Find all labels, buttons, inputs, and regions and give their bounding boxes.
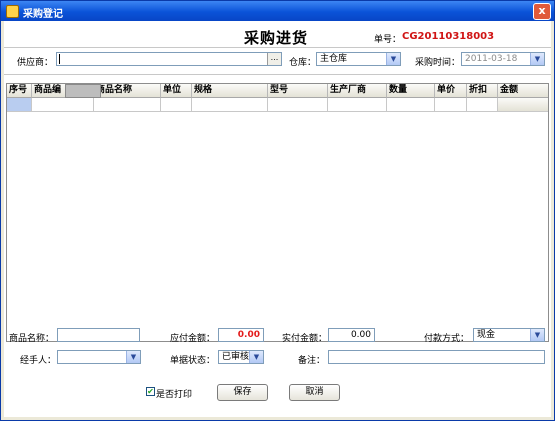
header-form-bar: 供应商： ... 仓库： 主仓库 ▼ 采购时间： 2011-03-18 ▼ xyxy=(4,47,551,75)
column-header[interactable]: 规格 xyxy=(192,84,268,98)
column-header[interactable]: 折扣 xyxy=(467,84,498,98)
column-header[interactable]: 序号 xyxy=(7,84,32,98)
payable-amount-label: 应付金额： xyxy=(170,334,216,344)
payable-amount-field[interactable]: 0.00 xyxy=(218,328,264,342)
table-cell[interactable] xyxy=(7,98,32,112)
warehouse-label: 仓库： xyxy=(289,58,317,68)
column-header[interactable]: 数量 xyxy=(387,84,435,98)
supplier-browse-button[interactable]: ... xyxy=(267,53,281,65)
window-title: 采购登记 xyxy=(23,9,63,20)
column-header[interactable]: 生产厂商 xyxy=(328,84,387,98)
payment-method-select[interactable]: 现金 ▼ xyxy=(473,328,545,342)
product-name-field[interactable] xyxy=(57,328,140,342)
handler-select[interactable]: ▼ xyxy=(57,350,141,364)
document-status-value: 已审核 xyxy=(222,352,250,362)
column-drag-ghost xyxy=(65,84,101,98)
product-grid[interactable]: 序号 商品编 商品名称 单位 规格 型号 生产厂商 数量 单价 折扣 金额 xyxy=(6,83,549,342)
column-header[interactable]: 商品名称 xyxy=(94,84,161,98)
order-number-label: 单号： xyxy=(374,35,402,45)
table-cell[interactable] xyxy=(435,98,467,112)
paid-amount-label: 实付金额： xyxy=(282,334,328,344)
handler-label: 经手人： xyxy=(20,356,57,366)
product-name-label: 商品名称： xyxy=(9,334,55,344)
form-body: 采购进货 单号： CG20110318003 供应商： ... 仓库： 主仓库 … xyxy=(4,21,551,417)
chevron-down-icon[interactable]: ▼ xyxy=(530,53,544,65)
table-cell[interactable] xyxy=(94,98,161,112)
close-button[interactable]: x xyxy=(533,3,551,20)
checkmark-icon: ✔ xyxy=(147,387,154,396)
document-status-select[interactable]: 已审核 ▼ xyxy=(218,350,264,364)
table-cell[interactable] xyxy=(387,98,435,112)
table-cell[interactable] xyxy=(498,98,548,112)
table-cell[interactable] xyxy=(192,98,268,112)
column-header[interactable]: 单价 xyxy=(435,84,467,98)
table-cell[interactable] xyxy=(268,98,328,112)
column-header[interactable]: 单位 xyxy=(161,84,192,98)
text-cursor xyxy=(59,54,60,64)
table-cell[interactable] xyxy=(32,98,94,112)
table-cell[interactable] xyxy=(328,98,387,112)
payment-method-value: 现金 xyxy=(477,330,496,340)
paid-amount-field[interactable]: 0.00 xyxy=(328,328,375,342)
print-checkbox[interactable]: ✔ xyxy=(146,387,155,396)
chevron-down-icon[interactable]: ▼ xyxy=(386,53,400,65)
warehouse-value: 主仓库 xyxy=(320,54,348,64)
print-checkbox-label[interactable]: 是否打印 xyxy=(156,387,192,400)
purchase-time-picker[interactable]: 2011-03-18 ▼ xyxy=(461,52,545,66)
purchase-registration-window: 采购登记 x 采购进货 单号： CG20110318003 供应商： ... 仓… xyxy=(0,0,555,421)
column-header[interactable]: 金额 xyxy=(498,84,548,98)
cancel-button[interactable]: 取消 xyxy=(289,384,340,401)
table-cell[interactable] xyxy=(467,98,498,112)
chevron-down-icon[interactable]: ▼ xyxy=(126,351,140,363)
column-header[interactable]: 型号 xyxy=(268,84,328,98)
document-status-label: 单据状态： xyxy=(170,356,216,366)
supplier-field[interactable]: ... xyxy=(56,52,282,66)
payment-method-label: 付款方式： xyxy=(424,334,470,344)
remark-label: 备注： xyxy=(298,356,326,366)
order-number: CG20110318003 xyxy=(402,31,495,42)
chevron-down-icon[interactable]: ▼ xyxy=(249,351,263,363)
warehouse-select[interactable]: 主仓库 ▼ xyxy=(316,52,401,66)
title-bar[interactable]: 采购登记 x xyxy=(1,1,554,21)
purchase-time-label: 采购时间： xyxy=(415,58,461,68)
app-icon xyxy=(6,5,19,18)
page-title: 采购进货 xyxy=(244,29,309,47)
table-cell[interactable] xyxy=(161,98,192,112)
remark-field[interactable] xyxy=(328,350,545,364)
save-button[interactable]: 保存 xyxy=(217,384,268,401)
chevron-down-icon[interactable]: ▼ xyxy=(530,329,544,341)
supplier-label: 供应商： xyxy=(17,58,54,68)
purchase-time-value: 2011-03-18 xyxy=(465,54,518,64)
